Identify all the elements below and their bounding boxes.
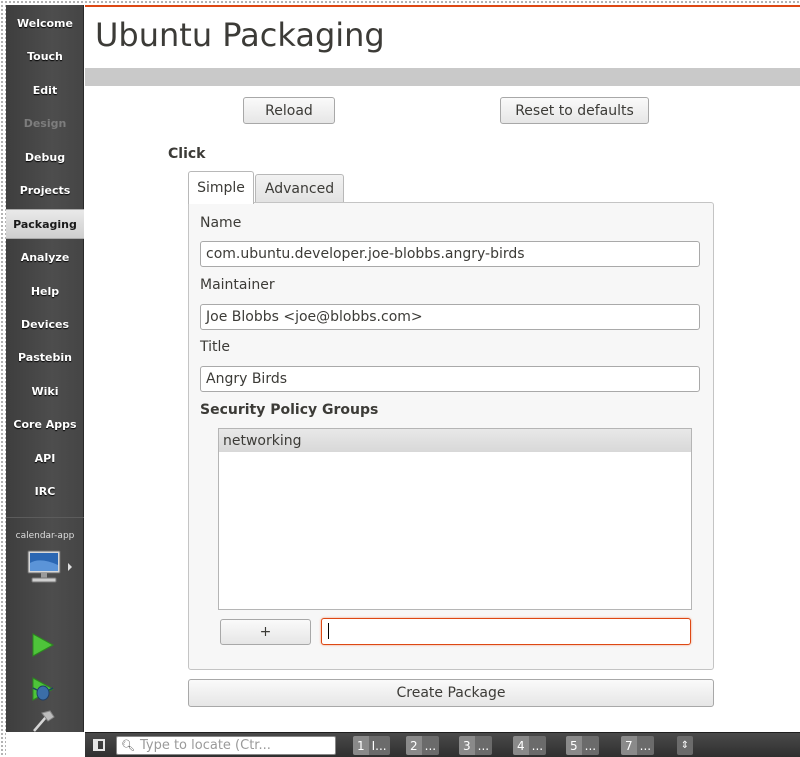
sidebar-item-label: Projects xyxy=(19,183,71,197)
tab-advanced[interactable]: Advanced xyxy=(255,174,344,203)
output-tab-2[interactable]: 2... xyxy=(406,736,440,755)
sidebar-item-label: Packaging xyxy=(13,217,77,231)
output-tab-label: ... xyxy=(528,736,547,755)
debug-run-icon[interactable] xyxy=(28,675,56,703)
monitor-icon[interactable] xyxy=(24,549,74,589)
sidebar-item-analyze[interactable]: Analyze xyxy=(6,242,84,272)
title-label: Title xyxy=(200,339,231,355)
output-tab-number: 7 xyxy=(621,736,637,755)
output-tab-1[interactable]: 1 I... xyxy=(353,736,390,755)
sidebar-item-label: IRC xyxy=(34,484,56,498)
sidebar-item-help[interactable]: Help xyxy=(6,276,84,306)
new-group-input[interactable] xyxy=(321,618,691,645)
output-tab-number: 2 xyxy=(406,736,422,755)
header-band xyxy=(85,68,800,86)
output-tab-4[interactable]: 4... xyxy=(513,736,547,755)
click-section-label: Click xyxy=(168,146,206,162)
accent-line xyxy=(85,5,800,7)
sidebar-item-label: Pastebin xyxy=(18,350,72,364)
sidebar-item-wiki[interactable]: Wiki xyxy=(6,376,84,406)
reload-button[interactable]: Reload xyxy=(243,97,335,124)
security-groups-list[interactable]: networking xyxy=(218,428,692,610)
sidebar-item-label: Analyze xyxy=(20,250,70,264)
reset-defaults-button[interactable]: Reset to defaults xyxy=(500,97,649,124)
play-icon[interactable] xyxy=(28,631,56,659)
sidebar-item-core-apps[interactable]: Core Apps xyxy=(6,409,84,439)
maintainer-label: Maintainer xyxy=(200,277,275,293)
sidebar-item-irc[interactable]: IRC xyxy=(6,476,84,506)
sidebar-item-label: Design xyxy=(23,116,67,130)
output-tab-number: 5 xyxy=(566,736,582,755)
sidebar-item-design: Design xyxy=(6,108,84,138)
output-tab-label: ... xyxy=(636,736,655,755)
sidebar-item-debug[interactable]: Debug xyxy=(6,142,84,172)
kit-label: calendar-app xyxy=(15,531,75,541)
sidebar-separator xyxy=(6,517,84,518)
output-tab-number: 3 xyxy=(459,736,475,755)
sidebar-item-label: API xyxy=(34,451,56,465)
sidebar-item-touch[interactable]: Touch xyxy=(6,41,84,71)
sidebar-item-projects[interactable]: Projects xyxy=(6,175,84,205)
tab-simple[interactable]: Simple xyxy=(188,171,254,204)
output-tab-number: 1 xyxy=(353,736,369,755)
output-tab-label: ... xyxy=(421,736,440,755)
up-down-arrows-icon[interactable]: ⇕ xyxy=(677,736,693,755)
output-tab-label: I... xyxy=(368,736,390,755)
add-group-button[interactable]: + xyxy=(220,619,311,645)
maintainer-field[interactable]: Joe Blobbs <joe@blobbs.com> xyxy=(200,304,700,330)
title-field[interactable]: Angry Birds xyxy=(200,366,700,392)
sidebar-item-label: Wiki xyxy=(31,384,59,398)
search-icon: 🔍︎ xyxy=(121,739,135,752)
sidebar-item-label: Edit xyxy=(32,83,58,97)
output-tab-3[interactable]: 3... xyxy=(459,736,493,755)
sidebar-item-label: Core Apps xyxy=(13,417,77,431)
sidebar-item-packaging[interactable]: Packaging xyxy=(6,209,84,239)
sidebar-item-devices[interactable]: Devices xyxy=(6,309,84,339)
locator-input[interactable]: 🔍︎ Type to locate (Ctr... xyxy=(116,736,336,755)
sidebar-item-edit[interactable]: Edit xyxy=(6,75,84,105)
sidebar-item-label: Devices xyxy=(20,317,70,331)
hammer-icon[interactable] xyxy=(28,709,56,735)
output-tab-number: 4 xyxy=(513,736,529,755)
mode-sidebar: Welcome Touch Edit Design Debug Projects… xyxy=(6,5,84,732)
sidebar-item-pastebin[interactable]: Pastebin xyxy=(6,342,84,372)
output-tab-7[interactable]: 7... xyxy=(621,736,655,755)
locator-placeholder: Type to locate (Ctr... xyxy=(139,738,271,753)
sidebar-item-label: Help xyxy=(30,284,60,298)
page-title: Ubuntu Packaging xyxy=(95,16,385,54)
sidebar-toggle-icon[interactable] xyxy=(93,739,105,751)
security-groups-label: Security Policy Groups xyxy=(200,402,379,418)
sidebar-item-welcome[interactable]: Welcome xyxy=(6,8,84,38)
name-field[interactable]: com.ubuntu.developer.joe-blobbs.angry-bi… xyxy=(200,241,700,267)
output-tab-label: ... xyxy=(581,736,600,755)
text-caret xyxy=(328,623,329,639)
sidebar-item-api[interactable]: API xyxy=(6,443,84,473)
output-tab-label: ... xyxy=(474,736,493,755)
sidebar-item-label: Welcome xyxy=(17,16,73,30)
create-package-button[interactable]: Create Package xyxy=(188,679,714,707)
sidebar-item-label: Touch xyxy=(27,49,63,63)
name-label: Name xyxy=(200,215,242,231)
status-bar: 🔍︎ Type to locate (Ctr... 1 I... 2... 3..… xyxy=(85,732,800,757)
output-tab-5[interactable]: 5... xyxy=(566,736,600,755)
list-item[interactable]: networking xyxy=(219,429,691,452)
sidebar-item-label: Debug xyxy=(24,150,66,164)
